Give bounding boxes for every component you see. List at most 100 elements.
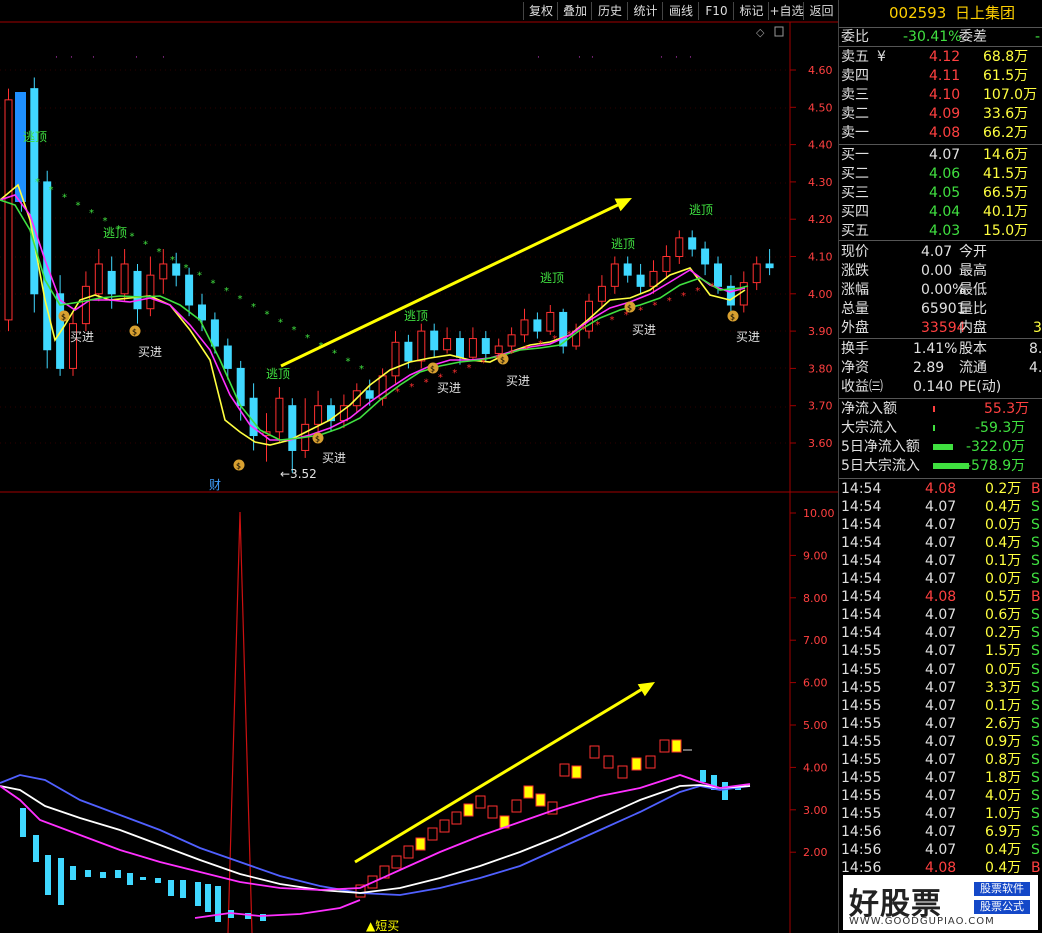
indicator-step bbox=[617, 765, 628, 779]
price-tick-label: 4.20 bbox=[808, 213, 833, 226]
stat-label-2: 内盘 bbox=[959, 320, 987, 336]
trade-price: 4.07 bbox=[925, 553, 957, 570]
candle bbox=[133, 263, 142, 324]
candle bbox=[726, 275, 735, 313]
toolbar-button-1[interactable]: 叠加 bbox=[557, 2, 592, 20]
flow-value: -578.9万 bbox=[966, 458, 1026, 474]
toolbar-button-6[interactable]: 标记 bbox=[733, 2, 769, 20]
toolbar-button-4[interactable]: 画线 bbox=[662, 2, 699, 20]
indicator-step bbox=[403, 845, 414, 859]
trade-side: S bbox=[1031, 715, 1040, 732]
trade-volume: 0.5万 bbox=[985, 589, 1022, 606]
trade-side: S bbox=[1031, 823, 1040, 840]
indicator-step bbox=[511, 799, 522, 813]
trade-price: 4.07 bbox=[925, 607, 957, 624]
escape-signal-label: 逃顶 bbox=[404, 309, 428, 323]
bid-label: 买五 bbox=[841, 223, 869, 239]
toolbar-button-2[interactable]: 历史 bbox=[591, 2, 628, 20]
price-tick-label: 3.90 bbox=[808, 325, 833, 338]
trade-price: 4.07 bbox=[925, 823, 957, 840]
trade-volume: 0.1万 bbox=[985, 697, 1022, 714]
indicator-bar bbox=[168, 880, 174, 896]
flow-bar bbox=[933, 406, 935, 412]
indicator-step bbox=[439, 819, 450, 833]
trade-volume: 0.2万 bbox=[985, 625, 1022, 642]
trade-price: 4.07 bbox=[925, 517, 957, 534]
candle bbox=[662, 245, 671, 279]
indicator-step bbox=[391, 855, 402, 869]
indicator-step bbox=[671, 739, 682, 753]
ask-label: 卖五 bbox=[841, 49, 869, 65]
ask-volume: 66.2万 bbox=[983, 125, 1029, 141]
trade-side: S bbox=[1031, 697, 1040, 714]
stop-dot: * bbox=[49, 185, 54, 196]
bid-volume: 66.5万 bbox=[983, 185, 1029, 201]
stop-dot: * bbox=[265, 310, 270, 321]
candle bbox=[185, 267, 194, 317]
fund-label-2: 流通 bbox=[959, 360, 987, 376]
stat-label: 涨跌 bbox=[841, 263, 869, 279]
stop-dot: * bbox=[359, 364, 364, 375]
toolbar-button-5[interactable]: F10 bbox=[698, 2, 734, 20]
trade-price: 4.07 bbox=[925, 697, 957, 714]
candle bbox=[30, 77, 39, 313]
trade-side: S bbox=[1031, 733, 1040, 750]
indicator-tick-label: 5.00 bbox=[803, 719, 828, 732]
escape-signal-label: 逃顶 bbox=[689, 203, 713, 217]
top-marker: · bbox=[135, 53, 138, 63]
top-marker: · bbox=[591, 53, 594, 63]
fund-value-2: 8.0 bbox=[1029, 341, 1042, 357]
window-icon[interactable] bbox=[774, 26, 784, 37]
fund-value: 1.41% bbox=[913, 341, 958, 357]
stop-dot: * bbox=[62, 193, 67, 204]
candle bbox=[301, 398, 310, 458]
stat-value: 4.07 bbox=[921, 244, 953, 260]
indicator-bar bbox=[70, 866, 76, 880]
candle bbox=[56, 275, 65, 376]
diamond-icon[interactable]: ◇ bbox=[756, 26, 765, 39]
stop-dot: * bbox=[251, 302, 256, 313]
trade-time: 14:55 bbox=[841, 661, 882, 678]
price-tick-label: 4.50 bbox=[808, 101, 833, 114]
top-marker: · bbox=[578, 53, 581, 63]
money-bag-icon: $ bbox=[624, 301, 636, 313]
candle bbox=[120, 249, 129, 302]
stop-dot: * bbox=[184, 263, 189, 274]
buy-signal-label: 买进 bbox=[506, 374, 530, 388]
trade-time: 14:55 bbox=[841, 805, 882, 822]
indicator-bar bbox=[155, 878, 161, 883]
candle bbox=[288, 398, 297, 473]
trade-time: 14:54 bbox=[841, 481, 882, 497]
finance-marker: 财 bbox=[209, 478, 221, 492]
toolbar-button-0[interactable]: 复权 bbox=[523, 2, 558, 20]
trade-volume: 4.0万 bbox=[985, 787, 1022, 804]
top-marker: · bbox=[537, 53, 540, 63]
trade-volume: 0.0万 bbox=[985, 571, 1022, 588]
candle bbox=[43, 170, 52, 369]
trade-time: 14:54 bbox=[841, 625, 882, 642]
bid-label: 买一 bbox=[841, 147, 869, 163]
stop-dot: * bbox=[89, 208, 94, 219]
toolbar-button-7[interactable]: +自选 bbox=[768, 2, 804, 20]
candle bbox=[520, 308, 529, 343]
stop-dot: * bbox=[467, 363, 472, 374]
price-tick-label: 4.10 bbox=[808, 251, 833, 264]
indicator-bar bbox=[58, 858, 64, 905]
ask-label: 卖四 bbox=[841, 68, 869, 84]
bid-price: 4.07 bbox=[929, 147, 961, 163]
price-tick-label: 3.70 bbox=[808, 400, 833, 413]
trade-time: 14:54 bbox=[841, 553, 882, 570]
stat-value: 0.00 bbox=[921, 263, 953, 279]
toolbar-button-3[interactable]: 统计 bbox=[627, 2, 663, 20]
buy-signal-label: 买进 bbox=[632, 323, 656, 337]
trade-side: S bbox=[1031, 643, 1040, 660]
stop-dot: * bbox=[292, 325, 297, 336]
stop-dot: * bbox=[481, 358, 486, 369]
buy-signal-label: 买进 bbox=[736, 330, 760, 344]
trade-price: 4.07 bbox=[925, 661, 957, 678]
candle bbox=[69, 312, 77, 376]
ask-label: 卖三 bbox=[841, 87, 869, 103]
stop-dot: * bbox=[581, 325, 586, 336]
stock-chart[interactable]: ◇ * * * * * * * * * * * * * * * * * * * * * * * * * * * * * * * * * * * * * *… bbox=[0, 0, 838, 933]
toolbar-button-8[interactable]: 返回 bbox=[803, 2, 839, 20]
